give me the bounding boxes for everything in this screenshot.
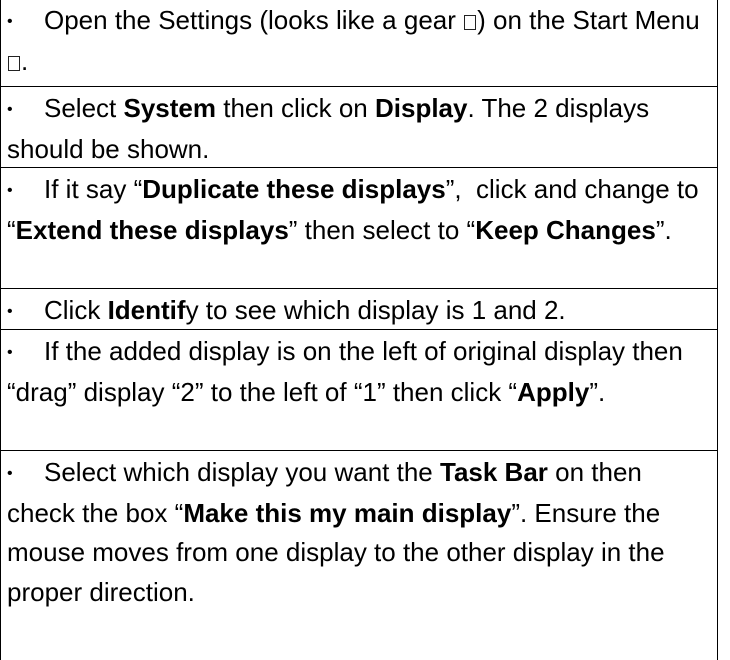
bullet-marker: • bbox=[7, 303, 13, 320]
bold-term: Task Bar bbox=[440, 457, 548, 487]
gear-icon bbox=[464, 15, 477, 30]
bold-term: Display bbox=[374, 93, 468, 123]
start-menu-icon bbox=[8, 55, 20, 71]
bullet-marker: • bbox=[7, 13, 13, 30]
bold-term: Make this my main display bbox=[183, 497, 512, 528]
bold-term: Identif bbox=[107, 295, 186, 325]
instruction-text: Select which display you want the bbox=[44, 457, 440, 487]
bold-term: Duplicate these displays bbox=[142, 174, 446, 204]
bold-term: System bbox=[123, 93, 217, 123]
bullet-marker: • bbox=[7, 101, 13, 118]
instruction-step: • Open the Settings (looks like a gear ) … bbox=[0, 0, 718, 86]
instruction-text: Open the Settings (looks like a gear bbox=[44, 5, 464, 35]
instruction-text: ”. bbox=[589, 376, 606, 407]
instruction-text: . bbox=[21, 45, 29, 76]
bullet-marker: • bbox=[7, 182, 13, 199]
instruction-text: ” then select to “ bbox=[288, 214, 476, 245]
instruction-step: • Select System then click on Display. Th… bbox=[0, 86, 718, 167]
instruction-text: then click on bbox=[216, 93, 375, 123]
instruction-text: Click bbox=[44, 295, 108, 325]
instruction-text: If it say “ bbox=[44, 174, 143, 204]
instruction-list: • Open the Settings (looks like a gear ) … bbox=[0, 0, 718, 650]
instruction-text: Select bbox=[44, 93, 124, 123]
bold-term: Apply bbox=[517, 376, 590, 407]
instruction-step: • Click Identify to see which display is … bbox=[0, 288, 718, 329]
bold-term: Extend these displays bbox=[15, 214, 289, 245]
instruction-text: y to see which display is 1 and 2. bbox=[185, 295, 566, 325]
instruction-step: • If it say “Duplicate these displays”, c… bbox=[0, 167, 718, 288]
bullet-marker: • bbox=[7, 465, 13, 482]
instruction-step: • If the added display is on the left of … bbox=[0, 329, 718, 450]
bold-term: Keep Changes bbox=[475, 214, 656, 245]
instruction-text: ) on the Start Menu bbox=[477, 5, 715, 35]
instruction-text: ”. bbox=[655, 214, 672, 245]
bullet-marker: • bbox=[7, 344, 13, 361]
instruction-step: • Select which display you want the Task … bbox=[0, 450, 718, 650]
